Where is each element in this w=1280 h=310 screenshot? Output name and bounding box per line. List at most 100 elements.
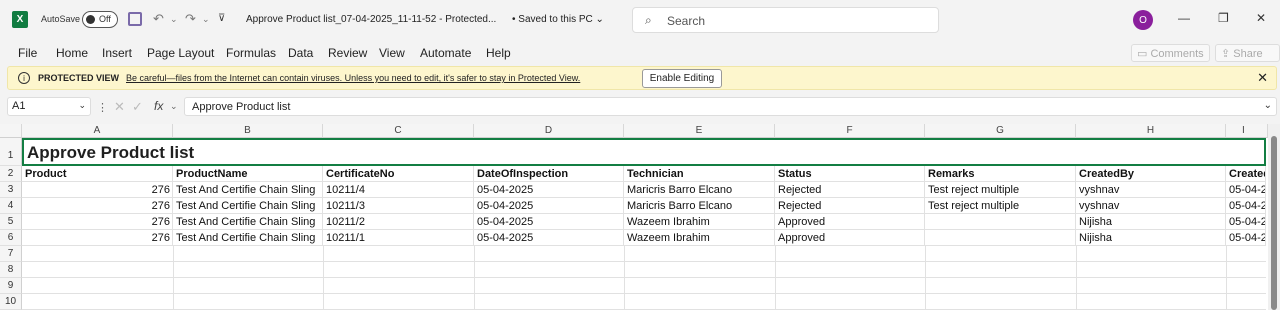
undo-icon[interactable]: ↶ (153, 11, 164, 27)
product-name-cell[interactable]: Test And Certifie Chain Sling (173, 198, 323, 213)
row-header[interactable]: 2 (0, 166, 22, 182)
enable-editing-button[interactable]: Enable Editing (642, 69, 722, 88)
insert-function-button[interactable]: fx (154, 99, 163, 113)
column-header-g[interactable]: G (925, 124, 1076, 138)
row-header[interactable]: 8 (0, 262, 22, 278)
created-cell[interactable]: 05-04-2 (1226, 198, 1266, 213)
created-cell[interactable]: 05-04-2 (1226, 230, 1266, 245)
enter-icon[interactable]: ✓ (132, 99, 143, 115)
header-cell[interactable]: Remarks (925, 166, 1076, 181)
tab-insert[interactable]: Insert (102, 46, 132, 60)
row-header[interactable]: 7 (0, 246, 22, 262)
column-header-e[interactable]: E (624, 124, 775, 138)
technician-cell[interactable]: Maricris Barro Elcano (624, 198, 775, 213)
save-status[interactable]: • Saved to this PC ⌄ (512, 14, 604, 25)
tab-help[interactable]: Help (486, 46, 511, 60)
empty-row[interactable] (22, 246, 1266, 262)
date-cell[interactable]: 05-04-2025 (474, 182, 624, 197)
avatar[interactable]: O (1133, 10, 1153, 30)
select-all-corner[interactable] (0, 124, 22, 138)
certificate-cell[interactable]: 10211/4 (323, 182, 474, 197)
tab-page-layout[interactable]: Page Layout (147, 46, 214, 60)
product-cell[interactable]: 276 (22, 198, 173, 213)
header-cell[interactable]: ProductName (173, 166, 323, 181)
certificate-cell[interactable]: 10211/3 (323, 198, 474, 213)
product-name-cell[interactable]: Test And Certifie Chain Sling (173, 214, 323, 229)
date-cell[interactable]: 05-04-2025 (474, 198, 624, 213)
name-box[interactable]: A1 ⌄ (7, 97, 91, 116)
remarks-cell[interactable] (925, 214, 1076, 229)
technician-cell[interactable]: Wazeem Ibrahim (624, 214, 775, 229)
row-header[interactable]: 6 (0, 230, 22, 246)
search-box[interactable]: ⌕ Search (632, 7, 939, 33)
empty-row[interactable] (22, 294, 1266, 310)
customize-toolbar-icon[interactable]: ⊽ (218, 13, 225, 24)
header-cell[interactable]: Product (22, 166, 173, 181)
minimize-icon[interactable]: — (1178, 11, 1190, 25)
remarks-cell[interactable]: Test reject multiple (925, 198, 1076, 213)
status-cell[interactable]: Approved (775, 214, 925, 229)
column-header-d[interactable]: D (474, 124, 624, 138)
row-header[interactable]: 1 (0, 138, 22, 166)
close-icon[interactable]: ✕ (1256, 11, 1266, 25)
tab-view[interactable]: View (379, 46, 405, 60)
certificate-cell[interactable]: 10211/2 (323, 214, 474, 229)
tab-file[interactable]: File (18, 46, 37, 60)
technician-cell[interactable]: Wazeem Ibrahim (624, 230, 775, 245)
empty-row[interactable] (22, 278, 1266, 294)
tab-home[interactable]: Home (56, 46, 88, 60)
header-cell[interactable]: CertificateNo (323, 166, 474, 181)
vertical-scrollbar[interactable] (1268, 124, 1280, 310)
remarks-cell[interactable] (925, 230, 1076, 245)
column-header-b[interactable]: B (173, 124, 323, 138)
redo-dropdown-icon[interactable]: ⌄ (202, 14, 210, 25)
comments-button[interactable]: ▭ Comments (1131, 44, 1210, 62)
tab-formulas[interactable]: Formulas (226, 46, 276, 60)
tab-data[interactable]: Data (288, 46, 313, 60)
header-cell[interactable]: Created (1226, 166, 1266, 181)
row-header[interactable]: 10 (0, 294, 22, 310)
created-cell[interactable]: 05-04-2 (1226, 182, 1266, 197)
status-cell[interactable]: Approved (775, 230, 925, 245)
share-button[interactable]: ⇪ Share ⌄ (1215, 44, 1280, 73)
column-header-c[interactable]: C (323, 124, 474, 138)
empty-row[interactable] (22, 262, 1266, 278)
undo-dropdown-icon[interactable]: ⌄ (170, 14, 178, 25)
column-header-f[interactable]: F (775, 124, 925, 138)
remarks-cell[interactable]: Test reject multiple (925, 182, 1076, 197)
column-header-h[interactable]: H (1076, 124, 1226, 138)
maximize-icon[interactable]: ❐ (1218, 11, 1229, 25)
column-header-a[interactable]: A (22, 124, 173, 138)
row-header[interactable]: 4 (0, 198, 22, 214)
formula-input[interactable]: Approve Product list ⌄ (184, 97, 1277, 116)
protected-view-message[interactable]: Be careful—files from the Internet can c… (126, 73, 580, 83)
row-header[interactable]: 9 (0, 278, 22, 294)
tab-review[interactable]: Review (328, 46, 367, 60)
status-cell[interactable]: Rejected (775, 198, 925, 213)
technician-cell[interactable]: Maricris Barro Elcano (624, 182, 775, 197)
created-cell[interactable]: 05-04-2 (1226, 214, 1266, 229)
row-header[interactable]: 3 (0, 182, 22, 198)
row-header[interactable]: 5 (0, 214, 22, 230)
tab-automate[interactable]: Automate (420, 46, 471, 60)
header-cell[interactable]: CreatedBy (1076, 166, 1226, 181)
more-icon[interactable]: ⋮ (97, 101, 108, 114)
product-cell[interactable]: 276 (22, 214, 173, 229)
product-cell[interactable]: 276 (22, 182, 173, 197)
close-icon[interactable]: ✕ (1257, 70, 1268, 86)
header-cell[interactable]: DateOfInspection (474, 166, 624, 181)
product-cell[interactable]: 276 (22, 230, 173, 245)
created-by-cell[interactable]: Nijisha (1076, 214, 1226, 229)
sheet-title-cell[interactable]: Approve Product list (22, 138, 1266, 166)
scrollbar-thumb[interactable] (1271, 136, 1277, 310)
date-cell[interactable]: 05-04-2025 (474, 214, 624, 229)
autosave-toggle[interactable]: Off (82, 11, 118, 28)
created-by-cell[interactable]: vyshnav (1076, 198, 1226, 213)
expand-formula-icon[interactable]: ⌄ (1264, 100, 1272, 111)
chevron-down-icon[interactable]: ⌄ (170, 101, 178, 112)
column-header-i[interactable]: I (1226, 124, 1268, 138)
status-cell[interactable]: Rejected (775, 182, 925, 197)
header-cell[interactable]: Status (775, 166, 925, 181)
created-by-cell[interactable]: Nijisha (1076, 230, 1226, 245)
header-cell[interactable]: Technician (624, 166, 775, 181)
